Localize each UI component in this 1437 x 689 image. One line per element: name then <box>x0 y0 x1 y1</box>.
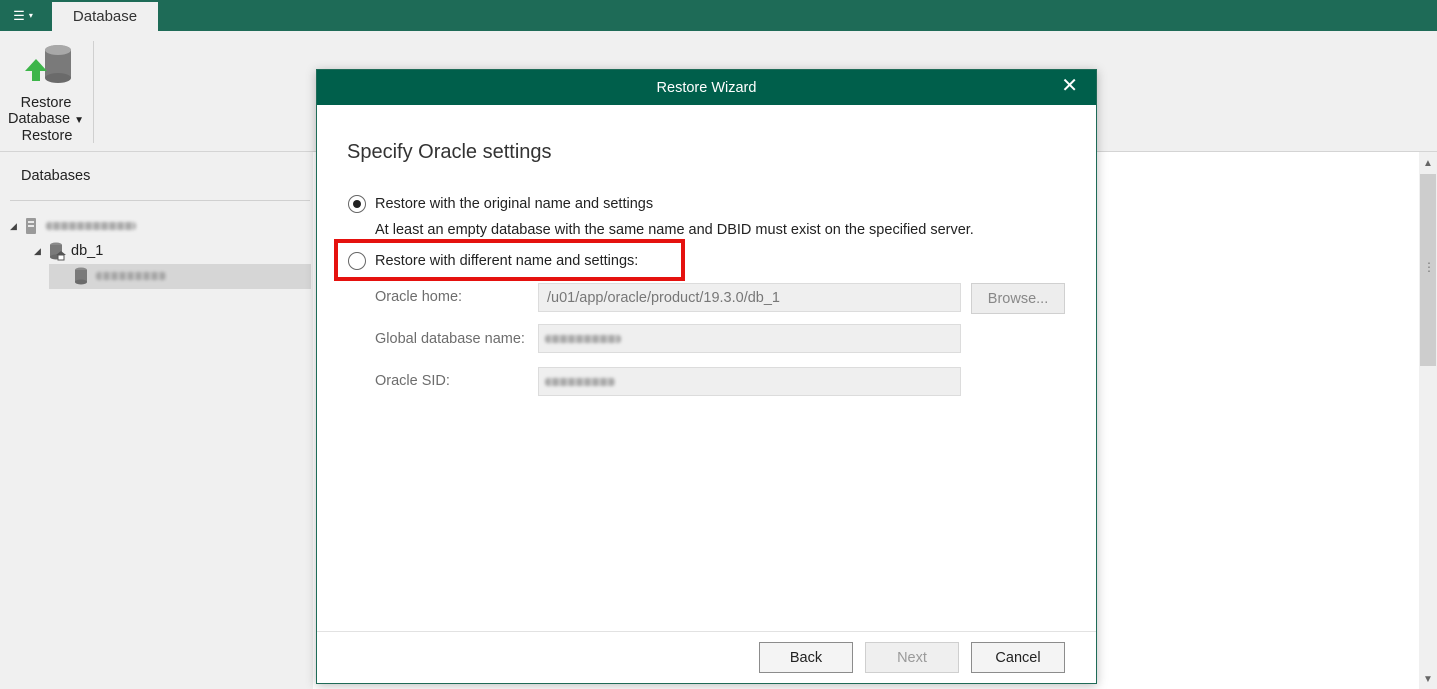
panel-title: Databases <box>21 168 91 184</box>
restore-database-button[interactable]: Restore Database ▼ <box>6 39 86 127</box>
tree-item-db[interactable]: ◢ db_1 <box>34 239 103 263</box>
databases-panel: Databases ◢ ◢ db_1 <box>0 152 313 689</box>
oracle-home-label: Oracle home: <box>375 289 463 305</box>
grip-icon: ⋮⋮ <box>1423 260 1437 274</box>
tree-item-instance[interactable] <box>74 264 166 288</box>
restore-wizard-dialog: Restore Wizard ✕ Specify Oracle settings… <box>316 69 1097 684</box>
expand-triangle-icon: ◢ <box>10 220 17 231</box>
dialog-title: Restore Wizard <box>656 79 757 96</box>
option-original-description: At least an empty database with the same… <box>375 222 974 238</box>
global-db-name-label: Global database name: <box>375 331 525 347</box>
page-heading: Specify Oracle settings <box>347 141 552 163</box>
oracle-sid-redacted <box>545 377 615 386</box>
scroll-down-icon[interactable]: ▼ <box>1419 670 1437 688</box>
server-icon <box>26 218 36 234</box>
main-menu-button[interactable]: ☰ ▾ <box>0 0 46 31</box>
vertical-scrollbar[interactable]: ▲ ⋮⋮ ▼ <box>1419 152 1437 689</box>
option-original-label[interactable]: Restore with the original name and setti… <box>375 196 653 212</box>
hamburger-icon: ☰ <box>13 7 25 23</box>
divider <box>10 200 310 201</box>
expand-triangle-icon: ◢ <box>34 245 41 256</box>
cancel-button[interactable]: Cancel <box>971 642 1065 673</box>
database-icon <box>75 267 87 285</box>
database-home-icon <box>50 242 66 261</box>
global-db-name-input[interactable] <box>538 324 961 353</box>
restore-database-icon <box>25 45 71 83</box>
dialog-title-bar: Restore Wizard ✕ <box>317 70 1096 105</box>
footer-divider <box>317 631 1096 632</box>
instance-name-redacted <box>96 272 166 280</box>
oracle-sid-input[interactable] <box>538 367 961 396</box>
back-button[interactable]: Back <box>759 642 853 673</box>
browse-button[interactable]: Browse... <box>971 283 1065 314</box>
top-bar: ☰ ▾ Database <box>0 0 1437 31</box>
caret-down-icon: ▾ <box>28 11 33 20</box>
highlight-box <box>334 239 685 281</box>
oracle-home-input[interactable] <box>538 283 961 312</box>
db-label: db_1 <box>71 243 104 259</box>
tree-item-server[interactable]: ◢ <box>10 214 136 238</box>
radio-original-settings[interactable] <box>348 195 366 213</box>
global-db-name-redacted <box>545 334 621 343</box>
tab-database[interactable]: Database <box>52 2 158 31</box>
close-icon[interactable]: ✕ <box>1061 76 1078 96</box>
server-name-redacted <box>46 222 136 230</box>
next-button[interactable]: Next <box>865 642 959 673</box>
ribbon-separator <box>93 41 94 143</box>
ribbon-group-label: Restore <box>21 128 73 144</box>
restore-database-label: Restore Database ▼ <box>7 95 84 127</box>
oracle-sid-label: Oracle SID: <box>375 373 450 389</box>
scroll-up-icon[interactable]: ▲ <box>1419 154 1437 172</box>
dropdown-arrow-icon: ▼ <box>74 115 84 126</box>
